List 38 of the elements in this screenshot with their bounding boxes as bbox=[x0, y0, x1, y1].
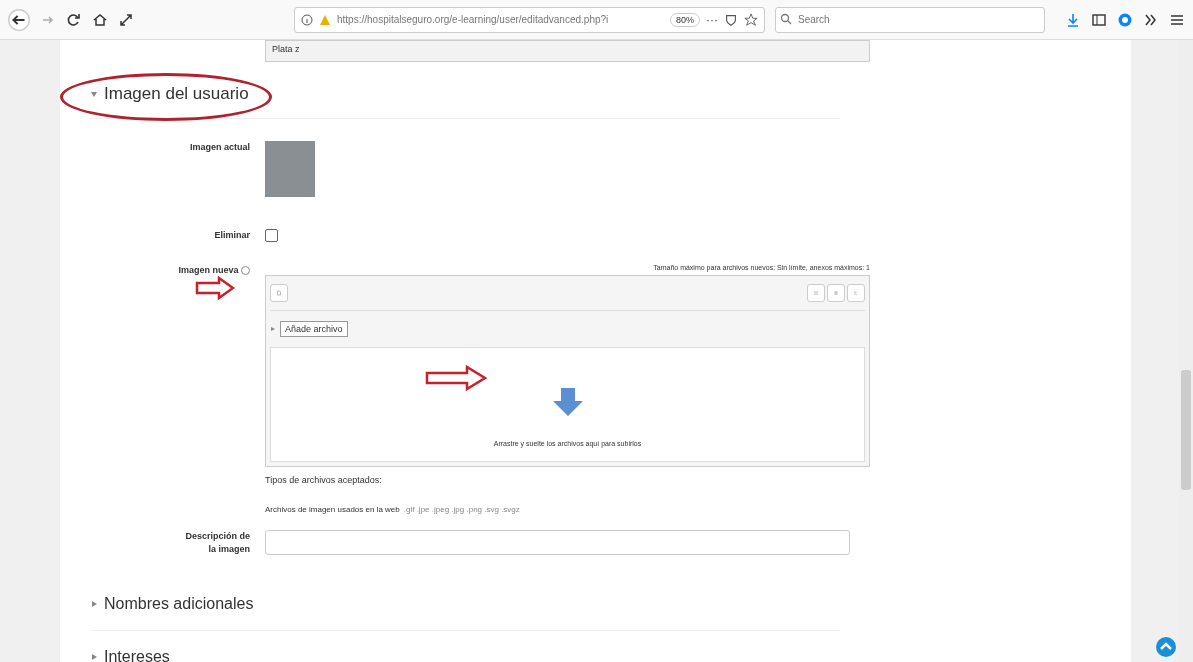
address-bar[interactable]: https://hospitalseguro.org/e-learning/user/editadvanced.php?i 80% ··· bbox=[294, 6, 765, 33]
photo-placeholder bbox=[265, 141, 315, 197]
reload-icon[interactable] bbox=[66, 11, 82, 28]
file-icon bbox=[277, 288, 281, 298]
textarea-field[interactable]: Plata z bbox=[265, 40, 870, 62]
accepted-types-label: Tipos de archivos aceptados: bbox=[265, 475, 383, 485]
annotation-arrow bbox=[195, 276, 235, 300]
section-title: Imagen del usuario bbox=[104, 84, 249, 104]
sidebar-icon[interactable] bbox=[1091, 11, 1107, 28]
info-icon[interactable] bbox=[301, 13, 313, 26]
search-field[interactable]: Search bbox=[775, 6, 1045, 33]
account-icon[interactable] bbox=[1117, 11, 1133, 28]
field-label: Imagen actual bbox=[188, 141, 250, 154]
shield-icon[interactable] bbox=[724, 12, 738, 27]
back-icon[interactable] bbox=[8, 8, 30, 31]
page-actions-button[interactable]: ··· bbox=[706, 12, 718, 27]
section-header[interactable]: Nombres adicionales bbox=[90, 578, 840, 631]
checkbox[interactable] bbox=[265, 229, 278, 242]
add-file-link[interactable]: Añade archivo bbox=[280, 321, 348, 337]
list-icon bbox=[834, 288, 838, 298]
warning-lock-icon[interactable] bbox=[319, 13, 331, 26]
help-icon[interactable] bbox=[241, 266, 250, 276]
field-label: Eliminar bbox=[213, 229, 250, 242]
caret-icon bbox=[270, 326, 276, 332]
expand-icon[interactable] bbox=[118, 11, 134, 28]
field-label: Imagen nueva bbox=[178, 265, 240, 275]
grid-icon bbox=[814, 288, 818, 298]
field-label: Descripción de la imagen bbox=[184, 530, 250, 556]
download-arrow-icon bbox=[551, 386, 584, 418]
description-field[interactable] bbox=[265, 530, 850, 555]
accepted-types-text: Archivos de imagen usados en la web .gif .jpe .jpeg .jpg .png .svg .svgz bbox=[265, 505, 521, 514]
star-icon[interactable] bbox=[744, 12, 758, 27]
scroll-to-top-icon[interactable] bbox=[1155, 636, 1177, 658]
url-text: https://hospitalseguro.org/e-learning/user/editadvanced.php?i bbox=[337, 14, 609, 25]
annotation-arrow bbox=[425, 365, 487, 391]
home-icon[interactable] bbox=[92, 11, 108, 28]
download-icon[interactable] bbox=[1065, 11, 1081, 28]
section-header[interactable]: Intereses bbox=[90, 631, 840, 662]
